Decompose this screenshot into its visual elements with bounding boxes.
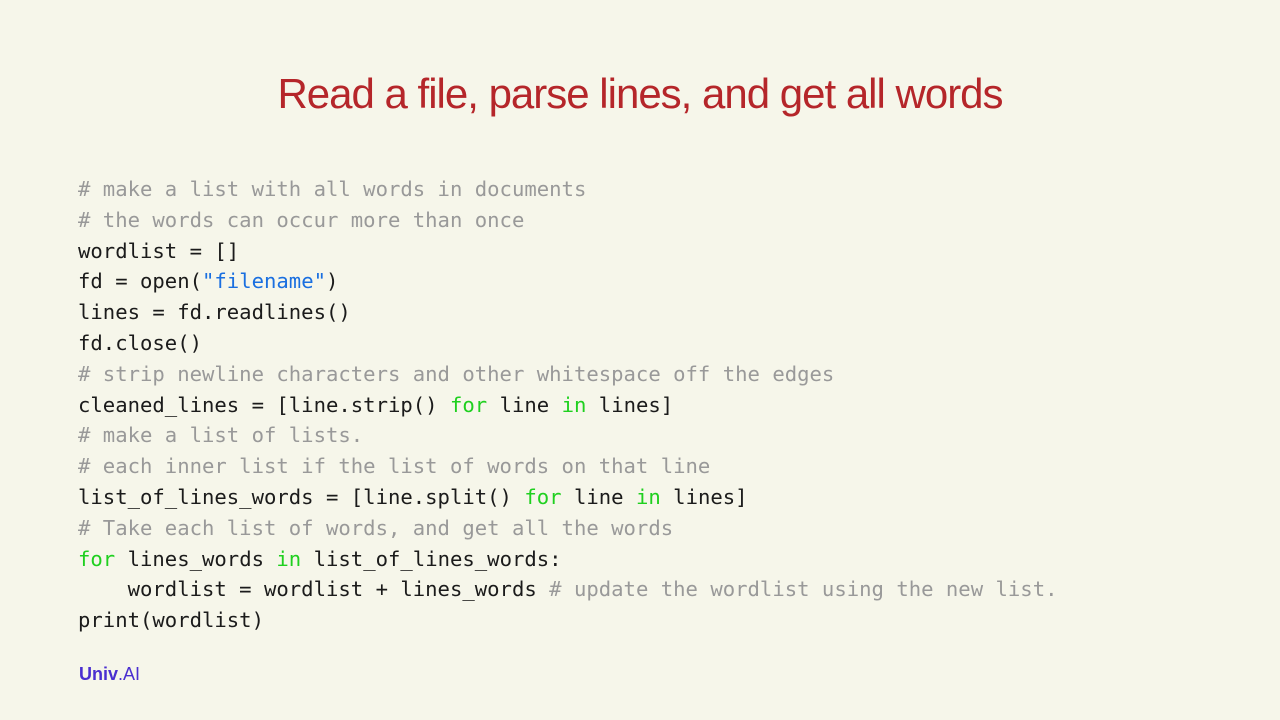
code-block: # make a list with all words in document… — [78, 174, 1058, 636]
code-line: list_of_lines_words = [line.split() for … — [78, 482, 1058, 513]
code-token-plain: lines] — [586, 392, 674, 417]
code-line: for lines_words in list_of_lines_words: — [78, 544, 1058, 575]
code-line: # make a list of lists. — [78, 420, 1058, 451]
code-token-plain: line — [561, 484, 636, 509]
code-token-comment: # each inner list if the list of words o… — [78, 454, 711, 479]
code-token-plain: fd.close() — [78, 330, 202, 355]
code-token-keyword: for — [78, 546, 116, 571]
code-line: wordlist = [] — [78, 236, 1058, 267]
code-token-plain: list_of_lines_words = [line.split() — [78, 484, 525, 509]
code-token-plain: lines] — [660, 484, 748, 509]
code-line: # Take each list of words, and get all t… — [78, 513, 1058, 544]
code-token-comment: # the words can occur more than once — [78, 207, 525, 232]
code-token-plain: wordlist = [] — [78, 238, 240, 263]
code-token-plain: line — [487, 392, 562, 417]
univ-ai-logo: Univ.AI — [79, 662, 140, 686]
code-line: cleaned_lines = [line.strip() for line i… — [78, 390, 1058, 421]
code-token-string: "filename" — [202, 269, 326, 294]
code-token-plain: ) — [326, 269, 339, 294]
code-token-keyword: in — [276, 546, 302, 571]
code-line: # strip newline characters and other whi… — [78, 359, 1058, 390]
logo-ai-text: .AI — [118, 664, 141, 684]
code-line: # make a list with all words in document… — [78, 174, 1058, 205]
code-token-comment: # Take each list of words, and get all t… — [78, 515, 674, 540]
code-token-plain: lines_words — [115, 546, 277, 571]
code-line: lines = fd.readlines() — [78, 297, 1058, 328]
code-token-plain: cleaned_lines = [line.strip() — [78, 392, 450, 417]
code-line: print(wordlist) — [78, 605, 1058, 636]
code-line: fd = open("filename") — [78, 266, 1058, 297]
code-line: fd.close() — [78, 328, 1058, 359]
code-line: # the words can occur more than once — [78, 205, 1058, 236]
slide-title: Read a file, parse lines, and get all wo… — [277, 70, 1003, 117]
code-token-keyword: for — [449, 392, 488, 417]
code-token-comment: # update the wordlist using the new list… — [549, 577, 1058, 602]
code-token-keyword: for — [524, 484, 562, 509]
code-token-comment: # strip newline characters and other whi… — [78, 361, 835, 386]
code-token-plain: wordlist = wordlist + lines_words — [78, 577, 550, 602]
code-line: # each inner list if the list of words o… — [78, 451, 1058, 482]
logo-univ-text: Univ — [79, 664, 119, 684]
code-token-plain: print(wordlist) — [78, 608, 264, 633]
code-line: wordlist = wordlist + lines_words # upda… — [78, 574, 1058, 605]
code-token-plain: fd = open( — [78, 269, 202, 294]
code-token-comment: # make a list of lists. — [78, 423, 364, 448]
code-token-plain: list_of_lines_words: — [301, 546, 562, 571]
code-token-plain: lines = fd.readlines() — [78, 300, 351, 325]
code-token-keyword: in — [635, 484, 661, 509]
code-token-comment: # make a list with all words in document… — [78, 177, 587, 201]
code-token-keyword: in — [561, 392, 587, 417]
